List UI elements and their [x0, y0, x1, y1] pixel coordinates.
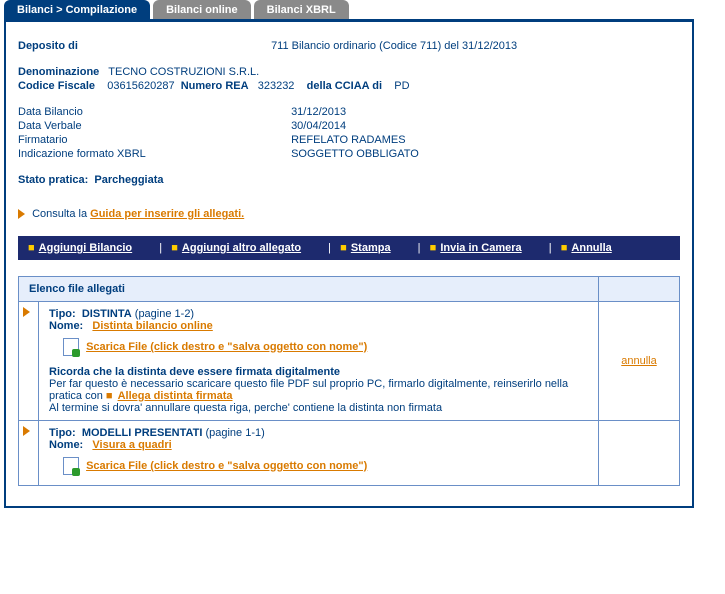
tab-bilanci-xbrl[interactable]: Bilanci XBRL [254, 0, 349, 19]
data-verbale-label: Data Verbale [18, 120, 288, 132]
deposito-value: 711 Bilancio ordinario (Codice 711) del … [271, 40, 517, 52]
file-table: Elenco file allegati Tipo: DISTINTA (pag… [18, 276, 680, 486]
main-panel: Deposito di 711 Bilancio ordinario (Codi… [4, 19, 694, 508]
file-table-header: Elenco file allegati [19, 277, 599, 302]
aggiungi-altro-allegato-link[interactable]: Aggiungi altro allegato [182, 242, 301, 254]
tipo-value: DISTINTA [82, 308, 132, 320]
aggiungi-bilancio-link[interactable]: Aggiungi Bilancio [39, 242, 133, 254]
pagine-value: (pagine 1-2) [135, 308, 194, 320]
scarica-file-link[interactable]: Scarica File (click destro e "salva ogge… [86, 460, 367, 472]
tab-compilazione[interactable]: Bilanci > Compilazione [4, 0, 150, 19]
codice-fiscale-label: Codice Fiscale [18, 80, 95, 92]
tipo-value: MODELLI PRESENTATI [82, 427, 203, 439]
bullet-icon: ■ [28, 242, 35, 254]
scarica-file-link[interactable]: Scarica File (click destro e "salva ogge… [86, 341, 367, 353]
consulta-text: Consulta la [32, 208, 90, 220]
table-row: Tipo: DISTINTA (pagine 1-2) Nome: Distin… [19, 302, 680, 421]
tab-bilanci-online[interactable]: Bilanci online [153, 0, 251, 19]
allega-distinta-link[interactable]: Allega distinta firmata [118, 390, 233, 402]
table-row: Tipo: MODELLI PRESENTATI (pagine 1-1) No… [19, 421, 680, 486]
distinta-link[interactable]: Distinta bilancio online [92, 320, 212, 332]
nome-label: Nome: [49, 320, 83, 332]
file-table-header-actions [599, 277, 680, 302]
action-bar: ■Aggiungi Bilancio | ■Aggiungi altro all… [18, 236, 680, 260]
firmatario-value: REFELATO RADAMES [291, 134, 406, 146]
tipo-label: Tipo: [49, 427, 76, 439]
xbrl-value: SOGGETTO OBBLIGATO [291, 148, 419, 160]
ricorda-text: Ricorda che la distinta deve essere firm… [49, 366, 340, 378]
nome-label: Nome: [49, 439, 83, 451]
guida-allegati-link[interactable]: Guida per inserire gli allegati. [90, 208, 244, 220]
cciaa-label: della CCIAA di [307, 80, 382, 92]
triangle-icon [18, 209, 25, 219]
stato-pratica-value: Parcheggiata [94, 174, 163, 186]
bullet-icon: ■ [171, 242, 178, 254]
bullet-icon: ■ [340, 242, 347, 254]
bullet-icon: ■ [561, 242, 568, 254]
bullet-icon: ■ [106, 390, 113, 402]
denominazione-label: Denominazione [18, 66, 99, 78]
stato-pratica-label: Stato pratica: [18, 174, 88, 186]
firmatario-label: Firmatario [18, 134, 288, 146]
codice-fiscale-value: 03615620287 [107, 80, 174, 92]
deposito-label: Deposito di [18, 40, 268, 52]
tab-bar: Bilanci > Compilazione Bilanci online Bi… [0, 0, 725, 19]
xbrl-label: Indicazione formato XBRL [18, 148, 288, 160]
invia-in-camera-link[interactable]: Invia in Camera [440, 242, 521, 254]
annulla-action-link[interactable]: Annulla [571, 242, 611, 254]
numero-rea-value: 323232 [258, 80, 295, 92]
bullet-icon: ■ [430, 242, 437, 254]
note-text-2: Al termine si dovra' annullare questa ri… [49, 402, 588, 414]
stampa-link[interactable]: Stampa [351, 242, 391, 254]
triangle-icon [23, 307, 30, 317]
visura-link[interactable]: Visura a quadri [92, 439, 171, 451]
file-download-icon [63, 338, 79, 356]
data-bilancio-value: 31/12/2013 [291, 106, 346, 118]
annulla-row-link[interactable]: annulla [621, 355, 656, 367]
file-download-icon [63, 457, 79, 475]
pagine-value: (pagine 1-1) [205, 427, 264, 439]
data-bilancio-label: Data Bilancio [18, 106, 288, 118]
cciaa-value: PD [394, 80, 409, 92]
data-verbale-value: 30/04/2014 [291, 120, 346, 132]
denominazione-value: TECNO COSTRUZIONI S.R.L. [108, 66, 259, 78]
tipo-label: Tipo: [49, 308, 76, 320]
triangle-icon [23, 426, 30, 436]
numero-rea-label: Numero REA [181, 80, 249, 92]
